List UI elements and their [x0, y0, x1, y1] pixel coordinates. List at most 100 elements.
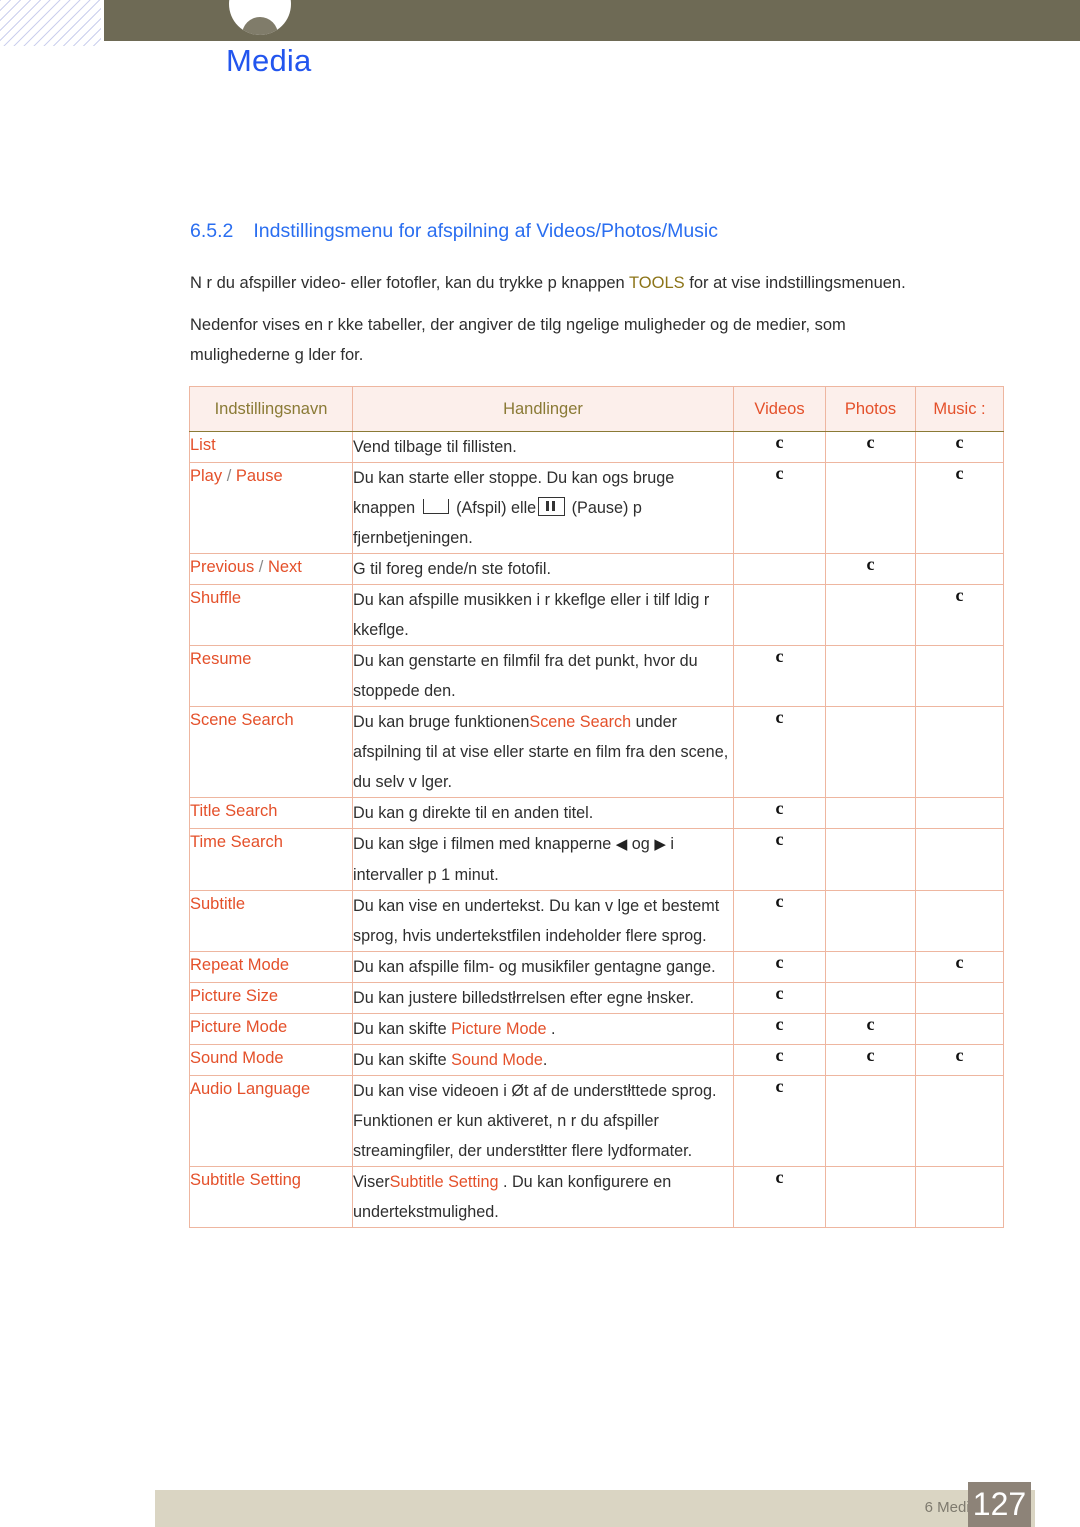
- photos-support-cell: [825, 797, 916, 829]
- setting-name-cell: Time Search: [189, 828, 353, 891]
- music-support-cell: [915, 982, 1004, 1014]
- setting-name-text: Subtitle: [190, 895, 246, 913]
- videos-support-cell: c: [733, 890, 826, 952]
- section-heading: 6.5.2 Indstillingsmenu for afspilning af …: [190, 220, 718, 243]
- inline-keyword: Sound Mode: [451, 1051, 543, 1069]
- videos-support-cell: c: [733, 982, 826, 1014]
- videos-support-cell: c: [733, 1013, 826, 1045]
- videos-support-cell: c: [733, 797, 826, 829]
- table-row: Time Search Du kan słge i filmen med knap…: [189, 828, 1004, 891]
- column-header-photos: Photos: [825, 386, 916, 432]
- action-description-cell: Du kan afspille film- og musikfiler gent…: [352, 951, 734, 983]
- setting-name-cell: List: [189, 431, 353, 463]
- music-support-cell: c: [915, 1044, 1004, 1076]
- videos-support-cell: c: [733, 828, 826, 891]
- setting-name-cell: Title Search: [189, 797, 353, 829]
- intro-paragraph-1: N r du afspiller video- eller fotofler, …: [190, 268, 1020, 298]
- setting-name-text: Subtitle Setting: [190, 1171, 301, 1189]
- music-support-cell: c: [915, 584, 1004, 646]
- table-row: Subtitle Setting ViserSubtitle Setting . …: [189, 1166, 1004, 1228]
- play-button-icon: [422, 499, 449, 514]
- music-support-cell: [915, 1075, 1004, 1167]
- photos-support-cell: [825, 462, 916, 554]
- chapter-number-badge: [229, 0, 291, 35]
- action-text: Du kan genstarte en filmfil fra det punk…: [353, 652, 698, 700]
- table-row: List Vend tilbage til fillisten. c c c: [189, 431, 1004, 463]
- table-row: Scene Search Du kan bruge funktionenScene…: [189, 706, 1004, 798]
- videos-support-cell: c: [733, 1166, 826, 1228]
- setting-name-text: Picture Mode: [190, 1018, 288, 1036]
- table-row: Resume Du kan genstarte en filmfil fra de…: [189, 645, 1004, 707]
- music-support-cell: c: [915, 951, 1004, 983]
- action-description-cell: ViserSubtitle Setting . Du kan konfigure…: [352, 1166, 734, 1228]
- videos-support-cell: c: [733, 951, 826, 983]
- videos-support-cell: c: [733, 462, 826, 554]
- action-description-cell: Du kan skifte Sound Mode.: [352, 1044, 734, 1076]
- setting-name-cell: Previous / Next: [189, 553, 353, 585]
- setting-name-text: List: [190, 436, 216, 454]
- arrow-right-icon: ▶: [654, 836, 666, 853]
- videos-support-cell: c: [733, 706, 826, 798]
- photos-support-cell: c: [825, 553, 916, 585]
- setting-name-text: Scene Search: [190, 711, 294, 729]
- setting-name-cell: Shuffle: [189, 584, 353, 646]
- page-title: Media: [226, 43, 312, 78]
- page-number: 127: [968, 1482, 1031, 1527]
- setting-name-cell: Subtitle Setting: [189, 1166, 353, 1228]
- action-description-cell: Du kan bruge funktionenScene Search unde…: [352, 706, 734, 798]
- table-row: Picture Size Du kan justere billedstłrrel…: [189, 982, 1004, 1014]
- action-text: Du kan bruge funktionen: [353, 713, 530, 731]
- action-text: Du kan g direkte til en anden titel.: [353, 804, 594, 822]
- action-text: Du kan słge i filmen med knapperne: [353, 835, 616, 853]
- setting-name-text: Play: [190, 467, 223, 485]
- setting-name-text: Pause: [235, 467, 283, 485]
- action-text: Du kan afspille musikken i r kkeflge ell…: [353, 591, 710, 639]
- action-description-cell: Du kan skifte Picture Mode .: [352, 1013, 734, 1045]
- action-text: Du kan skifte: [353, 1020, 452, 1038]
- setting-name-text: Previous: [190, 558, 255, 576]
- action-description-cell: Du kan justere billedstłrrelsen efter eg…: [352, 982, 734, 1014]
- photos-support-cell: [825, 584, 916, 646]
- table-row: Repeat Mode Du kan afspille film- og musi…: [189, 951, 1004, 983]
- action-text: .: [546, 1020, 556, 1038]
- photos-support-cell: [825, 890, 916, 952]
- table-row: Audio Language Du kan vise videoen i Øt a…: [189, 1075, 1004, 1167]
- setting-name-text: Picture Size: [190, 987, 279, 1005]
- action-description-cell: Du kan g direkte til en anden titel.: [352, 797, 734, 829]
- table-row: Previous / Next G til foreg ende/n ste fo…: [189, 553, 1004, 585]
- action-text: Vend tilbage til fillisten.: [353, 438, 517, 456]
- photos-support-cell: [825, 828, 916, 891]
- tools-keyword: TOOLS: [629, 274, 685, 292]
- table-body: List Vend tilbage til fillisten. c c c Play /…: [189, 431, 1004, 1228]
- pause-button-icon: [538, 497, 566, 516]
- name-separator: /: [254, 558, 268, 576]
- music-support-cell: [915, 1166, 1004, 1228]
- table-row: Sound Mode Du kan skifte Sound Mode. c c c: [189, 1044, 1004, 1076]
- column-header-videos: Videos: [733, 386, 826, 432]
- videos-support-cell: c: [733, 1044, 826, 1076]
- setting-name-text: Time Search: [190, 833, 283, 851]
- arrow-left-icon: ◀: [615, 836, 628, 853]
- photos-support-cell: [825, 1075, 916, 1167]
- videos-support-cell: [733, 584, 826, 646]
- footer-band: [155, 1490, 1035, 1527]
- setting-name-text: Next: [267, 558, 302, 576]
- setting-name-cell: Sound Mode: [189, 1044, 353, 1076]
- table-header-row: Indstillingsnavn Handlinger Videos Photo…: [189, 386, 1004, 432]
- setting-name-text: Title Search: [190, 802, 278, 820]
- inline-keyword: Subtitle Setting: [389, 1173, 499, 1191]
- column-header-actions: Handlinger: [352, 386, 734, 432]
- music-support-cell: [915, 706, 1004, 798]
- name-separator: /: [222, 467, 236, 485]
- setting-name-cell: Audio Language: [189, 1075, 353, 1167]
- photos-support-cell: c: [825, 1013, 916, 1045]
- setting-name-text: Resume: [190, 650, 252, 668]
- videos-support-cell: c: [733, 1075, 826, 1167]
- paragraph-1-before: N r du afspiller video- eller fotofler, …: [190, 274, 630, 292]
- action-description-cell: Du kan starte eller stoppe. Du kan ogs b…: [352, 462, 734, 554]
- section-heading-text: Indstillingsmenu for afspilning af Video…: [253, 220, 719, 242]
- playback-settings-table: Indstillingsnavn Handlinger Videos Photo…: [189, 386, 1004, 1228]
- chapter-number-badge-inner: [242, 17, 278, 35]
- action-text: og: [627, 835, 655, 853]
- setting-name-cell: Repeat Mode: [189, 951, 353, 983]
